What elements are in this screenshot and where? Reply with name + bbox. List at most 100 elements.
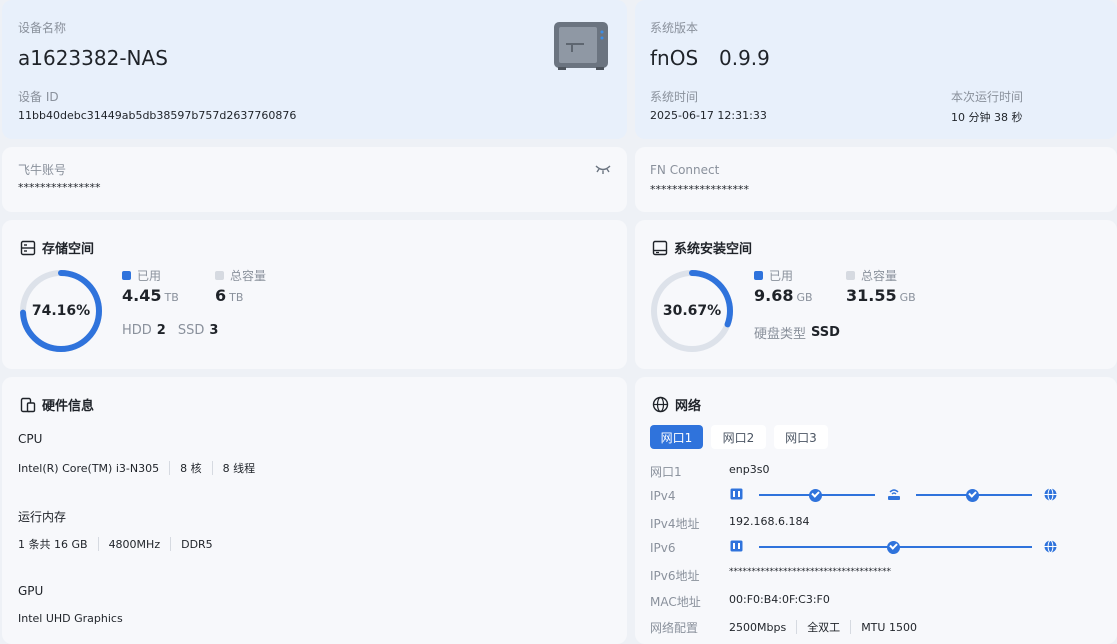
internet-globe-icon xyxy=(1044,488,1057,501)
lan-port-icon xyxy=(730,488,743,500)
cpu-label: CPU xyxy=(18,432,43,446)
system-time-label: 系统时间 xyxy=(650,90,699,104)
network-card: 网络 网口1 网口2 网口3 网口1 enp3s0 IPv4 IPv4地址 19… xyxy=(635,377,1117,644)
ipv6-addr: ************************************ xyxy=(729,567,891,577)
memory-size: 1 条共 16 GB xyxy=(18,538,88,551)
ipv4-label: IPv4 xyxy=(650,489,676,503)
system-card: 系统版本 fnOS 0.9.9 系统时间 2025-06-17 12:31:33… xyxy=(635,0,1117,139)
ipv4-addr: 192.168.6.184 xyxy=(729,515,810,528)
storage-icon xyxy=(20,240,36,255)
fn-connect-card: FN Connect ****************** xyxy=(635,147,1117,212)
storage-used-unit: TB xyxy=(164,291,179,304)
storage-total-value: 6 TB xyxy=(215,286,243,305)
ipv6-addr-label: IPv6地址 xyxy=(650,569,700,583)
device-name-label: 设备名称 xyxy=(18,21,67,35)
account-label: 飞牛账号 xyxy=(18,163,67,177)
fn-connect-value: ****************** xyxy=(650,183,749,196)
mtu: MTU 1500 xyxy=(861,620,917,634)
fn-connect-label: FN Connect xyxy=(650,163,720,177)
duplex: 全双工 xyxy=(807,621,841,634)
internet-globe-icon xyxy=(1044,540,1057,553)
divider xyxy=(169,461,171,475)
storage-total-legend: 总容量 xyxy=(215,267,266,284)
used-swatch xyxy=(122,271,131,280)
system-used-unit: GB xyxy=(796,291,813,304)
disk-type: 硬盘类型 SSD xyxy=(754,323,840,342)
storage-used-label: 已用 xyxy=(137,269,162,283)
hardware-card: 硬件信息 CPU Intel(R) Core(TM) i3-N305 8 核 8… xyxy=(2,377,627,644)
ssd-label: SSD xyxy=(177,323,205,338)
system-version-number: 0.9.9 xyxy=(719,46,770,70)
mac-value: 00:F0:B4:0F:C3:F0 xyxy=(729,593,830,606)
iface-label: 网口1 xyxy=(650,465,682,479)
system-total-value: 31.55 GB xyxy=(846,286,916,305)
globe-icon xyxy=(652,396,669,413)
check-icon xyxy=(887,541,900,554)
tab-port-1[interactable]: 网口1 xyxy=(650,425,703,449)
account-value: *************** xyxy=(18,181,101,194)
device-card: 设备名称 a1623382-NAS 设备 ID 11bb40debc31449a… xyxy=(2,0,627,139)
tab-port-2[interactable]: 网口2 xyxy=(711,425,766,449)
config-info: 2500Mbps 全双工 MTU 1500 xyxy=(729,619,917,635)
hdd-label: HDD xyxy=(122,323,152,338)
device-id: 11bb40debc31449ab5db38597b757d2637760876 xyxy=(18,109,297,122)
check-icon xyxy=(809,489,822,502)
system-total-legend: 总容量 xyxy=(846,267,897,284)
divider xyxy=(97,537,99,551)
system-storage-card[interactable]: 系统安装空间 30.67% 已用 9.68 GB 总容量 31.55 GB 硬盘类型… xyxy=(635,220,1117,369)
cpu-threads: 8 线程 xyxy=(222,462,256,475)
check-icon xyxy=(966,489,979,502)
config-label: 网络配置 xyxy=(650,621,699,635)
link-speed: 2500Mbps xyxy=(729,620,787,634)
system-total-label: 总容量 xyxy=(861,269,898,283)
storage-total-unit: TB xyxy=(229,291,244,304)
eye-closed-icon[interactable] xyxy=(594,163,612,175)
system-storage-percent: 30.67% xyxy=(662,303,722,319)
divider xyxy=(211,461,213,475)
iface-value: enp3s0 xyxy=(729,463,770,476)
memory-type: DDR5 xyxy=(181,537,213,551)
disk-icon xyxy=(652,240,668,255)
lan-port-icon xyxy=(730,540,743,552)
system-used-number: 9.68 xyxy=(754,286,794,305)
system-total-unit: GB xyxy=(899,291,916,304)
system-time: 2025-06-17 12:31:33 xyxy=(650,109,767,122)
account-card: 飞牛账号 *************** xyxy=(2,147,627,212)
storage-card[interactable]: 存储空间 74.16% 已用 4.45 TB 总容量 6 TB HDD 2 SSD … xyxy=(2,220,627,369)
divider xyxy=(796,620,798,634)
hdd-count: 2 xyxy=(156,323,166,338)
memory-label: 运行内存 xyxy=(18,510,67,524)
used-swatch xyxy=(754,271,763,280)
storage-disk-counts: HDD 2 SSD 3 xyxy=(122,323,218,338)
mac-label: MAC地址 xyxy=(650,595,701,609)
storage-total-label: 总容量 xyxy=(230,269,267,283)
system-used-legend: 已用 xyxy=(754,267,793,284)
disk-type-label: 硬盘类型 xyxy=(754,327,807,342)
gpu-info: Intel UHD Graphics xyxy=(18,612,123,625)
hardware-icon xyxy=(20,397,36,412)
memory-frequency: 4800MHz xyxy=(108,537,161,551)
storage-used-number: 4.45 xyxy=(122,286,162,305)
ssd-count: 3 xyxy=(209,323,219,338)
memory-info: 1 条共 16 GB 4800MHz DDR5 xyxy=(18,536,213,552)
ipv6-label: IPv6 xyxy=(650,541,676,555)
cpu-cores: 8 核 xyxy=(180,462,202,475)
device-name: a1623382-NAS xyxy=(18,46,168,70)
system-total-number: 31.55 xyxy=(846,286,897,305)
storage-used-value: 4.45 TB xyxy=(122,286,179,305)
total-swatch xyxy=(215,271,224,280)
cpu-model: Intel(R) Core(TM) i3-N305 xyxy=(18,461,160,475)
tab-port-3[interactable]: 网口3 xyxy=(774,425,828,449)
router-icon xyxy=(888,489,900,500)
gpu-model: Intel UHD Graphics xyxy=(18,612,123,625)
storage-total-number: 6 xyxy=(215,286,227,305)
divider xyxy=(850,620,852,634)
total-swatch xyxy=(846,271,855,280)
uptime-label: 本次运行时间 xyxy=(951,90,1024,104)
nas-device-icon xyxy=(554,22,608,70)
network-title: 网络 xyxy=(652,395,701,414)
divider xyxy=(170,537,172,551)
hardware-title-text: 硬件信息 xyxy=(42,399,95,414)
storage-title: 存储空间 xyxy=(20,238,94,257)
cpu-info: Intel(R) Core(TM) i3-N305 8 核 8 线程 xyxy=(18,460,255,476)
